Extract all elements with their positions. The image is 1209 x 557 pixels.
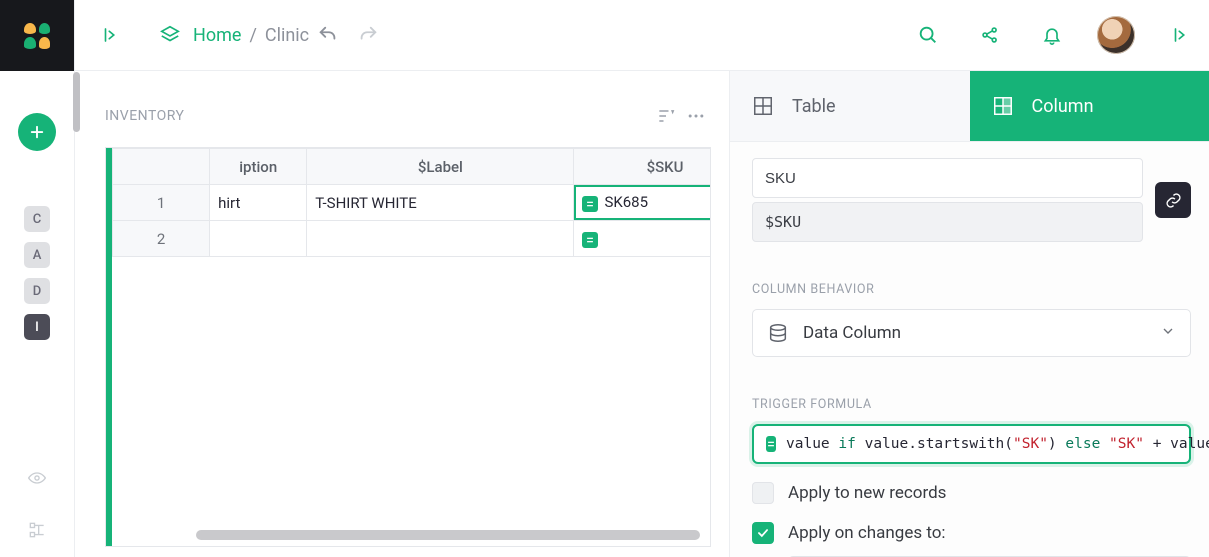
column-name-input[interactable] [752, 158, 1143, 198]
top-bar: Home / Clinic [75, 0, 1209, 71]
apply-new-label: Apply to new records [788, 483, 946, 503]
notifications-icon[interactable] [1035, 18, 1069, 52]
formula-icon [582, 232, 598, 248]
sort-filter-icon[interactable] [651, 101, 681, 131]
add-new-button[interactable] [18, 113, 56, 151]
raw-data-icon[interactable] [20, 461, 54, 495]
col-header-label[interactable]: $Label [307, 149, 574, 185]
column-id-input[interactable] [752, 202, 1143, 242]
section-title: INVENTORY [105, 108, 651, 124]
column-behavior-value: Data Column [803, 323, 901, 343]
table-row[interactable]: 1hirtT-SHIRT WHITESK685 [113, 185, 711, 221]
col-header-description[interactable]: iption [210, 149, 307, 185]
nav-sidebar: CADI [0, 0, 74, 557]
table-row[interactable]: 2 [113, 221, 711, 257]
sidebar-page[interactable]: D [24, 278, 50, 304]
cell-label[interactable] [307, 221, 574, 257]
formula-icon [766, 436, 776, 452]
tab-column[interactable]: Column [970, 71, 1209, 142]
cell-label[interactable]: T-SHIRT WHITE [307, 185, 574, 221]
column-behavior-label: COLUMN BEHAVIOR [752, 282, 1191, 297]
rownum-header[interactable] [113, 149, 210, 185]
avatar[interactable] [1097, 16, 1135, 54]
tab-table[interactable]: Table [730, 71, 970, 142]
row-number[interactable]: 2 [113, 221, 210, 257]
section-menu-icon[interactable] [681, 101, 711, 131]
sidebar-page[interactable]: I [24, 314, 50, 340]
apply-changes-checkbox[interactable] [752, 522, 774, 544]
expand-left-icon[interactable] [93, 18, 127, 52]
sidebar-page[interactable]: A [24, 242, 50, 268]
right-panel: Table Column COLUMN BEHAVIO [729, 71, 1209, 557]
tab-table-label: Table [792, 96, 836, 117]
link-name-id-button[interactable] [1155, 182, 1191, 218]
col-header-sku[interactable]: $SKU [574, 149, 710, 185]
undo-button[interactable] [311, 18, 345, 52]
redo-button[interactable] [351, 18, 385, 52]
cell-description[interactable] [210, 221, 307, 257]
column-behavior-select[interactable]: Data Column [752, 309, 1191, 357]
sidebar-page[interactable]: C [24, 206, 50, 232]
breadcrumb-separator: / [249, 25, 256, 46]
chevron-down-icon [1160, 323, 1176, 343]
collapse-right-icon[interactable] [1163, 18, 1197, 52]
trigger-formula-label: TRIGGER FORMULA [752, 397, 1191, 412]
app-logo[interactable] [0, 0, 74, 71]
apply-changes-label: Apply on changes to: [788, 523, 946, 543]
trigger-formula-input[interactable]: value if value.startswith("SK") else "SK… [752, 424, 1191, 464]
cell-sku[interactable] [574, 221, 710, 257]
breadcrumb-home[interactable]: Home [193, 25, 241, 46]
formula-code: value if value.startswith("SK") else "SK… [786, 436, 1209, 452]
cell-description[interactable]: hirt [210, 185, 307, 221]
breadcrumb-current[interactable]: Clinic [265, 25, 309, 46]
apply-new-checkbox[interactable] [752, 482, 774, 504]
cell-sku[interactable]: SK685 [574, 185, 710, 221]
row-number[interactable]: 1 [113, 185, 210, 221]
tab-column-label: Column [1032, 96, 1094, 117]
search-icon[interactable] [911, 18, 945, 52]
horizontal-scrollbar[interactable] [196, 530, 700, 540]
data-grid[interactable]: iption $Label $SKU + 1hirtT-SHIRT WHITES… [105, 147, 711, 547]
formula-icon [582, 196, 598, 212]
pages-icon[interactable] [153, 18, 187, 52]
code-view-icon[interactable] [20, 513, 54, 547]
share-icon[interactable] [973, 18, 1007, 52]
